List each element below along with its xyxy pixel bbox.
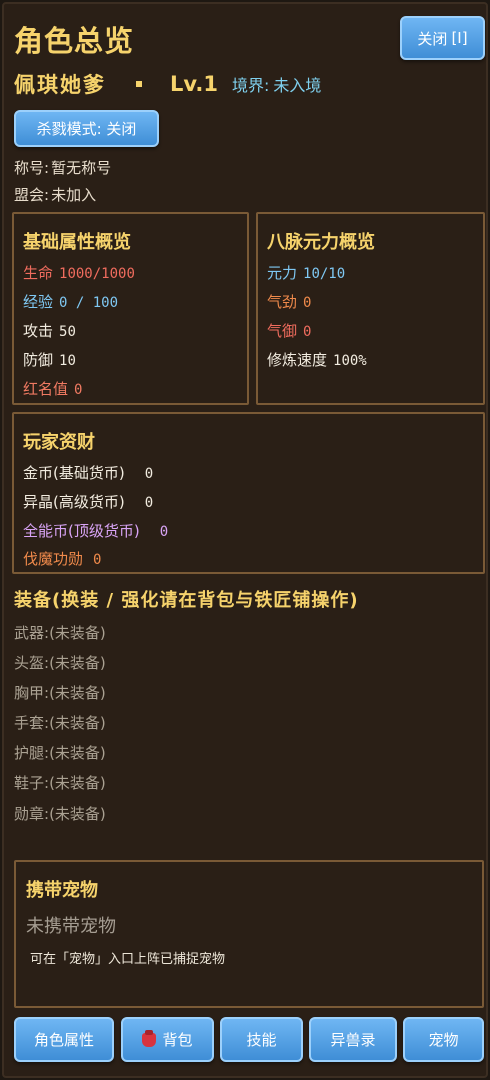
currency-gold: 金币(基础货币) 0 [23,462,153,483]
stat-label: 气劲 [267,293,298,311]
stat-value: 0 / 100 [59,295,119,311]
stat-label: 生命 [23,264,54,282]
slot-value: (未装备) [49,744,106,762]
nav-attributes-button[interactable]: 角色属性 [14,1017,114,1062]
player-level: Lv.1 [170,72,218,96]
currency-label: 金币(基础货币) [23,464,125,482]
base-stats-heading: 基础属性概览 [23,232,131,253]
stat-label: 经验 [23,293,54,311]
slot-label: 护腿: [14,744,50,762]
separator-dot [136,81,142,87]
stat-value: 0 [303,295,312,311]
currency-label: 异晶(高级货币) [23,493,125,511]
player-guild-line: 盟会: 未加入 [14,184,96,205]
close-button-label: 关闭 [417,29,448,48]
equipment-heading: 装备(换装 / 强化请在背包与铁匠铺操作) [14,590,359,611]
slot-label: 鞋子: [14,774,50,792]
stat-label: 修炼速度 [267,351,328,369]
realm-value: 未入境 [273,76,322,95]
equip-slot-chest[interactable]: 胸甲:(未装备) [14,682,106,703]
stat-red-name: 红名值 0 [23,378,82,399]
stat-value: 10/10 [303,266,346,282]
equip-slot-gloves[interactable]: 手套:(未装备) [14,712,106,733]
close-button[interactable]: 关闭 [I] [400,16,485,60]
title-value: 暂无称号 [51,159,112,177]
stat-value: 10 [59,353,76,369]
slot-value: (未装备) [49,684,106,702]
slot-value: (未装备) [49,624,106,642]
equip-slot-helmet[interactable]: 头盔:(未装备) [14,652,106,673]
stat-value: 0 [74,382,83,398]
kill-mode-toggle-button[interactable]: 杀戮模式: 关闭 [14,110,159,147]
character-overview-panel: 角色总览 关闭 [I] 佩琪她爹 Lv.1 境界: 未入境 杀戮模式: 关闭 称… [2,2,488,1078]
stat-label: 防御 [23,351,54,369]
player-name: 佩琪她爹 [14,73,106,97]
meridian-heading: 八脉元力概览 [267,232,375,253]
slot-label: 头盔: [14,654,50,672]
base-stats-box: 基础属性概览 生命 1000/1000 经验 0 / 100 攻击 50 防御 10 红… [12,212,249,405]
pet-hint: 可在「宠物」入口上阵已捕捉宠物 [30,952,226,967]
backpack-icon [142,1029,157,1047]
stat-label: 元力 [267,264,298,282]
stat-defense: 防御 10 [23,349,76,370]
stat-label: 气御 [267,322,298,340]
meridian-stats-box: 八脉元力概览 元力 10/10 气劲 0 气御 0 修炼速度 100% [256,212,485,405]
nav-pets-button[interactable]: 宠物 [403,1017,484,1062]
stat-value: 100% [333,353,367,369]
slot-label: 武器: [14,624,50,642]
currency-label: 伐魔功勋 [23,550,84,568]
wealth-box: 玩家资财 金币(基础货币) 0 异晶(高级货币) 0 全能币(顶级货币) 0 伐魔功勋… [12,412,485,574]
stat-value: 1000/1000 [59,266,135,282]
currency-value: 0 [93,552,102,568]
stat-value: 0 [303,324,312,340]
pet-box: 携带宠物 未携带宠物 可在「宠物」入口上阵已捕捉宠物 [14,860,484,1008]
player-title-line: 称号: 暂无称号 [14,157,111,178]
equip-slot-shoes[interactable]: 鞋子:(未装备) [14,772,106,793]
stat-label: 红名值 [23,380,69,398]
slot-value: (未装备) [49,805,106,823]
stat-hp: 生命 1000/1000 [23,262,135,283]
nav-bag-label: 背包 [162,1031,193,1049]
currency-crystal: 异晶(高级货币) 0 [23,491,153,512]
currency-omni: 全能币(顶级货币) 0 [23,520,168,541]
player-identity-row: 佩琪她爹 Lv.1 境界: 未入境 [14,70,321,98]
stat-value: 50 [59,324,76,340]
slot-label: 手套: [14,714,50,732]
stat-attack: 攻击 50 [23,320,76,341]
stat-qijin: 气劲 0 [267,291,311,312]
slot-value: (未装备) [49,714,106,732]
currency-value: 0 [159,524,169,540]
pet-heading: 携带宠物 [26,880,98,901]
stat-cultivation-speed: 修炼速度 100% [267,349,367,370]
nav-skills-button[interactable]: 技能 [220,1017,303,1062]
equip-slot-weapon[interactable]: 武器:(未装备) [14,622,106,643]
equip-slot-legs[interactable]: 护腿:(未装备) [14,742,106,763]
currency-value: 0 [144,466,154,482]
currency-merit: 伐魔功勋 0 [23,548,101,569]
nav-bestiary-button[interactable]: 异兽录 [309,1017,397,1062]
slot-label: 胸甲: [14,684,50,702]
close-hotkey: [I] [451,29,468,47]
stat-exp: 经验 0 / 100 [23,291,118,312]
currency-label: 全能币(顶级货币) [23,522,140,540]
pet-empty-text: 未携带宠物 [26,916,116,937]
stat-yuanli: 元力 10/10 [267,262,345,283]
slot-value: (未装备) [49,654,106,672]
currency-value: 0 [144,495,154,511]
guild-value: 未加入 [51,186,97,204]
slot-label: 勋章: [14,805,50,823]
slot-value: (未装备) [49,774,106,792]
stat-qiyu: 气御 0 [267,320,311,341]
page-title: 角色总览 [14,24,135,58]
stat-label: 攻击 [23,322,54,340]
title-label: 称号: [14,159,50,177]
realm-label: 境界: [231,76,270,95]
nav-bag-button[interactable]: 背包 [121,1017,214,1062]
wealth-heading: 玩家资财 [23,432,95,453]
equip-slot-medal[interactable]: 勋章:(未装备) [14,803,106,824]
guild-label: 盟会: [14,186,50,204]
